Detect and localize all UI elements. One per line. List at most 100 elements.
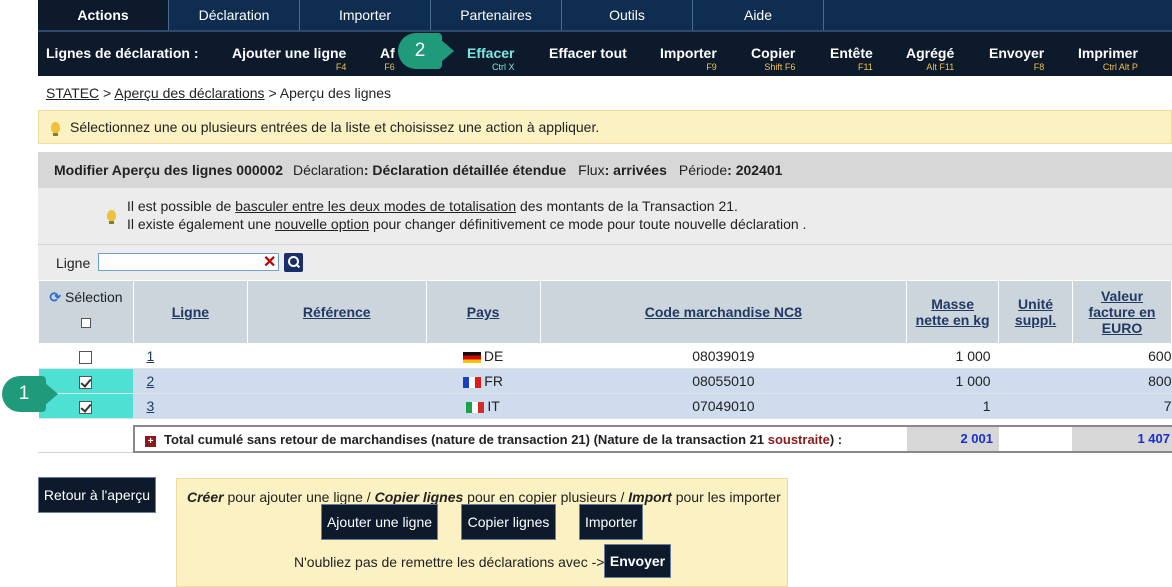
clear-filter-icon[interactable]: ✕ (263, 252, 276, 272)
line-filter-input[interactable] (98, 253, 279, 271)
step-badge-1: 1 (2, 376, 58, 412)
code-cell: 08055010 (540, 368, 907, 394)
create-keyword: Créer (187, 489, 224, 505)
breadcrumb-separator: > (268, 85, 277, 101)
select-all-checkbox[interactable] (80, 317, 91, 328)
breadcrumb: STATEC > Aperçu des déclarations > Aperç… (46, 85, 391, 101)
refresh-icon[interactable]: ⟳ (49, 289, 61, 305)
row-checkbox[interactable] (79, 400, 93, 414)
col-valeur-line3: EURO (1101, 320, 1143, 336)
total-label: + Total cumulé sans retour de marchandise… (145, 432, 842, 447)
header-label: Entête (830, 45, 873, 61)
total-label-text: Total cumulé sans retour de marchandises… (164, 432, 768, 447)
toolbar-label: Lignes de déclaration : (46, 45, 199, 61)
help-text: pour ajouter une ligne / (223, 489, 375, 505)
info-text: Il est possible de (127, 198, 236, 214)
pays-value: DE (483, 348, 504, 364)
reminder-text: N'oubliez pas de remettre les déclaratio… (294, 554, 605, 570)
total-label-soustraite: soustraite (767, 432, 830, 447)
info-banner: Sélectionnez une ou plusieurs entrées de… (38, 110, 1172, 144)
flux-label: Flux (578, 162, 605, 178)
pays-cell: DE (426, 343, 541, 369)
add-line-label: Ajouter une ligne (232, 45, 347, 61)
row-checkbox[interactable] (79, 375, 93, 389)
col-valeur-line1: Valeur (1100, 288, 1144, 304)
tab-outils[interactable]: Outils (562, 0, 693, 30)
delete-action[interactable]: Effacer Ctrl X (467, 45, 514, 72)
table-row[interactable]: 1 DE 08039019 1 000 600 (38, 343, 1172, 369)
panel-header: Modifier Aperçu des lignes 000002 Déclar… (38, 152, 1172, 188)
row-checkbox[interactable] (79, 350, 93, 364)
delete-all-action[interactable]: Effacer tout (549, 45, 627, 62)
ligne-cell: 2 (133, 368, 248, 394)
row-select-cell (38, 343, 134, 369)
expand-icon[interactable]: + (145, 436, 156, 447)
totalization-line-2: Il existe également une nouvelle option … (127, 216, 806, 232)
delete-label: Effacer (467, 45, 515, 61)
pays-cell: FR (426, 368, 541, 394)
total-masse: 2 001 (907, 427, 999, 451)
table-row[interactable]: 2 FR 08055010 1 000 800 (38, 368, 1172, 394)
unite-cell (998, 343, 1073, 369)
col-masse[interactable]: Masse nette en kg (906, 280, 1000, 344)
col-unite[interactable]: Unité suppl. (998, 280, 1074, 344)
total-spacer (38, 425, 133, 453)
af-action[interactable]: Af F6 (380, 45, 395, 72)
toggle-totalization-link[interactable]: basculer entre les deux modes de totalis… (235, 198, 516, 214)
tab-aide[interactable]: Aide (693, 0, 824, 30)
tab-declaration[interactable]: Déclaration (169, 0, 300, 30)
col-ligne[interactable]: Ligne (132, 280, 248, 344)
total-row: + Total cumulé sans retour de marchandise… (133, 425, 1172, 453)
add-line-action[interactable]: Ajouter une ligne F4 (232, 45, 346, 72)
header-shortcut: F11 (857, 62, 873, 72)
copy-action[interactable]: Copier Shift F6 (751, 45, 795, 72)
import-button[interactable]: Importer (579, 504, 643, 540)
ligne-link[interactable]: 3 (146, 398, 154, 414)
copy-lines-button[interactable]: Copier lignes (461, 504, 556, 540)
germany-flag-icon (462, 351, 481, 363)
ligne-link[interactable]: 2 (146, 373, 154, 389)
copy-keyword: Copier lignes (374, 489, 464, 505)
lightbulb-icon (51, 121, 60, 136)
pays-cell: IT (426, 393, 541, 419)
aggregate-action[interactable]: Agrégé Alt F11 (906, 45, 954, 72)
flux-value: arrivées (613, 162, 667, 178)
selection-header: ⟳ Sélection (38, 280, 134, 344)
add-line-button[interactable]: Ajouter une ligne (321, 504, 438, 540)
delete-all-label: Effacer tout (549, 45, 627, 61)
col-pays[interactable]: Pays (425, 280, 541, 344)
breadcrumb-declarations[interactable]: Aperçu des déclarations (114, 85, 264, 101)
print-shortcut: Ctrl Alt P (1102, 62, 1138, 72)
line-filter-bar: Ligne ✕ (38, 244, 1172, 280)
col-unite-line2: suppl. (1014, 312, 1057, 328)
copy-label: Copier (751, 45, 796, 61)
line-filter-label: Ligne (56, 255, 91, 271)
col-code[interactable]: Code marchandise NC8 (539, 280, 908, 344)
totalization-info: Il est possible de basculer entre les de… (38, 188, 1172, 244)
back-to-overview-button[interactable]: Retour à l'aperçu (38, 477, 156, 513)
print-action[interactable]: Imprimer Ctrl Alt P (1078, 45, 1138, 72)
search-icon[interactable] (284, 253, 303, 272)
tab-partenaires[interactable]: Partenaires (431, 0, 562, 30)
import-label: Importer (660, 45, 717, 61)
af-shortcut: F6 (384, 62, 395, 72)
tab-importer[interactable]: Importer (300, 0, 431, 30)
col-reference[interactable]: Référence (246, 280, 427, 344)
col-valeur[interactable]: Valeur facture en EURO (1072, 280, 1172, 344)
total-valeur: 1 407 (1072, 427, 1172, 451)
valeur-cell: 800 (1072, 368, 1172, 394)
ligne-link[interactable]: 1 (146, 348, 154, 364)
new-option-link[interactable]: nouvelle option (275, 216, 369, 232)
send-button[interactable]: Envoyer (604, 544, 671, 578)
tab-actions[interactable]: Actions (38, 0, 169, 30)
selection-header-label: Sélection (64, 288, 123, 305)
ligne-cell: 1 (133, 343, 248, 369)
breadcrumb-statec[interactable]: STATEC (46, 85, 99, 101)
send-action[interactable]: Envoyer F8 (989, 45, 1044, 72)
table-row[interactable]: 3 IT 07049010 1 7 (38, 393, 1172, 419)
info-text: pour changer définitivement ce mode pour… (369, 216, 807, 232)
valeur-cell: 600 (1072, 343, 1172, 369)
header-action[interactable]: Entête F11 (830, 45, 873, 72)
italy-flag-icon (466, 401, 485, 413)
import-action[interactable]: Importer F9 (660, 45, 717, 72)
